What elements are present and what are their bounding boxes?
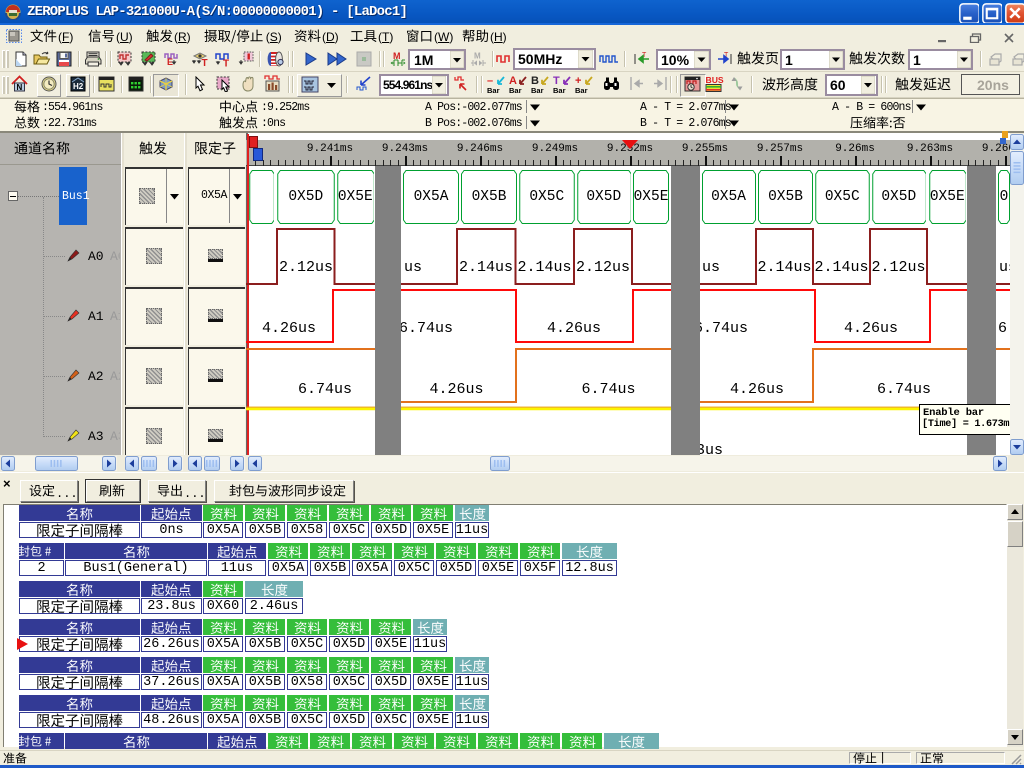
svg-text:Bar: Bar — [531, 86, 544, 94]
svg-text:Bar: Bar — [553, 86, 566, 94]
svg-text:N: N — [17, 83, 23, 92]
svg-text:T: T — [223, 59, 229, 68]
svg-text:M: M — [474, 52, 481, 61]
svg-text:Bar: Bar — [575, 86, 588, 94]
svg-text:Bar: Bar — [487, 86, 500, 94]
svg-text:H2: H2 — [73, 82, 84, 91]
svg-text:T: T — [202, 58, 208, 67]
svg-text:BUS: BUS — [706, 75, 724, 85]
svg-text:Bar: Bar — [509, 86, 522, 94]
